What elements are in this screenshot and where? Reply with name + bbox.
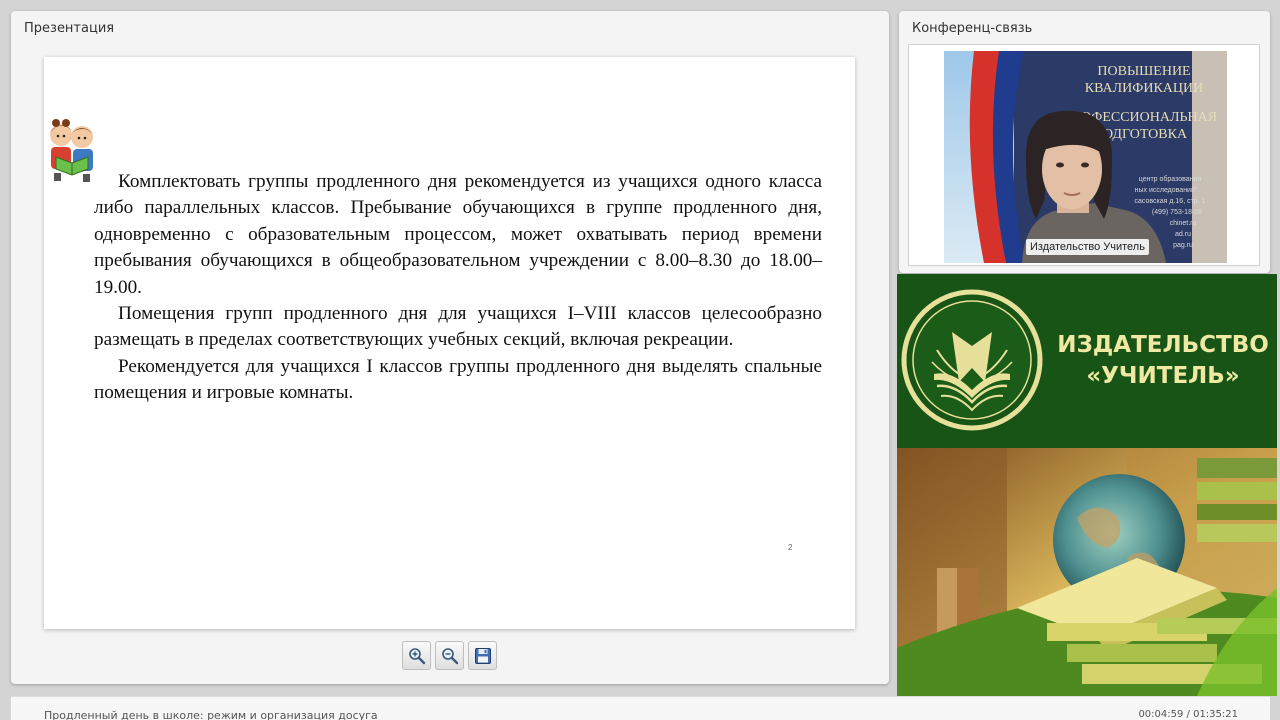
publisher-banner: ИЗДАТЕЛЬСТВО «УЧИТЕЛЬ» [897, 274, 1277, 448]
backdrop-small-text: центр образования [1139, 175, 1202, 183]
backdrop-small-text: ных исследований" [1135, 186, 1198, 194]
floppy-disk-icon [474, 647, 491, 664]
backdrop-small-text: pag.ru [1173, 242, 1193, 249]
slide-paragraph: Комплектовать группы продленного дня рек… [94, 171, 822, 298]
save-button[interactable] [468, 641, 497, 670]
conference-panel-title: Конференц-связь [912, 21, 1033, 36]
backdrop-small-text: (499) 753-18-08 [1152, 209, 1202, 216]
backdrop-small-text: chinet.ru [1170, 220, 1197, 227]
zoom-out-icon [441, 647, 458, 664]
presentation-panel-title: Презентация [24, 21, 115, 36]
backdrop-text: КВАЛИФИКАЦИИ [1085, 81, 1203, 96]
backdrop-small-text: ad.ru [1175, 231, 1191, 238]
slide-paragraph: Рекомендуется для учащихся I классов гру… [94, 355, 822, 404]
zoom-in-icon [408, 647, 425, 664]
webcam-video: ПОВЫШЕНИЕ КВАЛИФИКАЦИИ ПРОФЕССИОНАЛЬНАЯ … [944, 51, 1227, 263]
presentation-slide: Комплектовать группы продленного дня рек… [44, 57, 855, 629]
publisher-name: ИЗДАТЕЛЬСТВО «УЧИТЕЛЬ» [1057, 330, 1269, 392]
course-title: Продленный день в школе: режим и организ… [44, 709, 378, 720]
presentation-panel: Презентация Комплектовать группы продлен… [11, 11, 889, 684]
conference-panel: Конференц-связь ПОВЫШЕНИЕ КВАЛИФИКАЦИИ П… [899, 11, 1270, 273]
books-globe-image [897, 448, 1277, 696]
zoom-out-button[interactable] [435, 641, 464, 670]
slide-paragraph: Помещения групп продленного дня для учащ… [94, 303, 822, 351]
video-frame: ПОВЫШЕНИЕ КВАЛИФИКАЦИИ ПРОФЕССИОНАЛЬНАЯ … [908, 44, 1260, 266]
backdrop-small-text: сасовская д.16, стр. 1 [1135, 198, 1206, 205]
webcam-scene: ПОВЫШЕНИЕ КВАЛИФИКАЦИИ ПРОФЕССИОНАЛЬНАЯ … [944, 51, 1227, 263]
slide-text: Комплектовать группы продленного дня рек… [94, 169, 822, 407]
publisher-name-line: ИЗДАТЕЛЬСТВО [1057, 332, 1269, 358]
slide-number: 2 [788, 543, 793, 552]
children-reading-icon [50, 119, 93, 182]
presentation-toolbar [402, 641, 497, 670]
participant-name-label: Издательство Учитель [1026, 239, 1149, 255]
backdrop-text: ПОВЫШЕНИЕ [1097, 64, 1190, 79]
status-bar: Продленный день в школе: режим и организ… [11, 696, 1270, 720]
publisher-name-line: «УЧИТЕЛЬ» [1086, 363, 1240, 389]
playback-timer: 00:04:59 / 01:35:21 [1138, 709, 1238, 720]
zoom-in-button[interactable] [402, 641, 431, 670]
books-globe-illustration [897, 448, 1277, 696]
